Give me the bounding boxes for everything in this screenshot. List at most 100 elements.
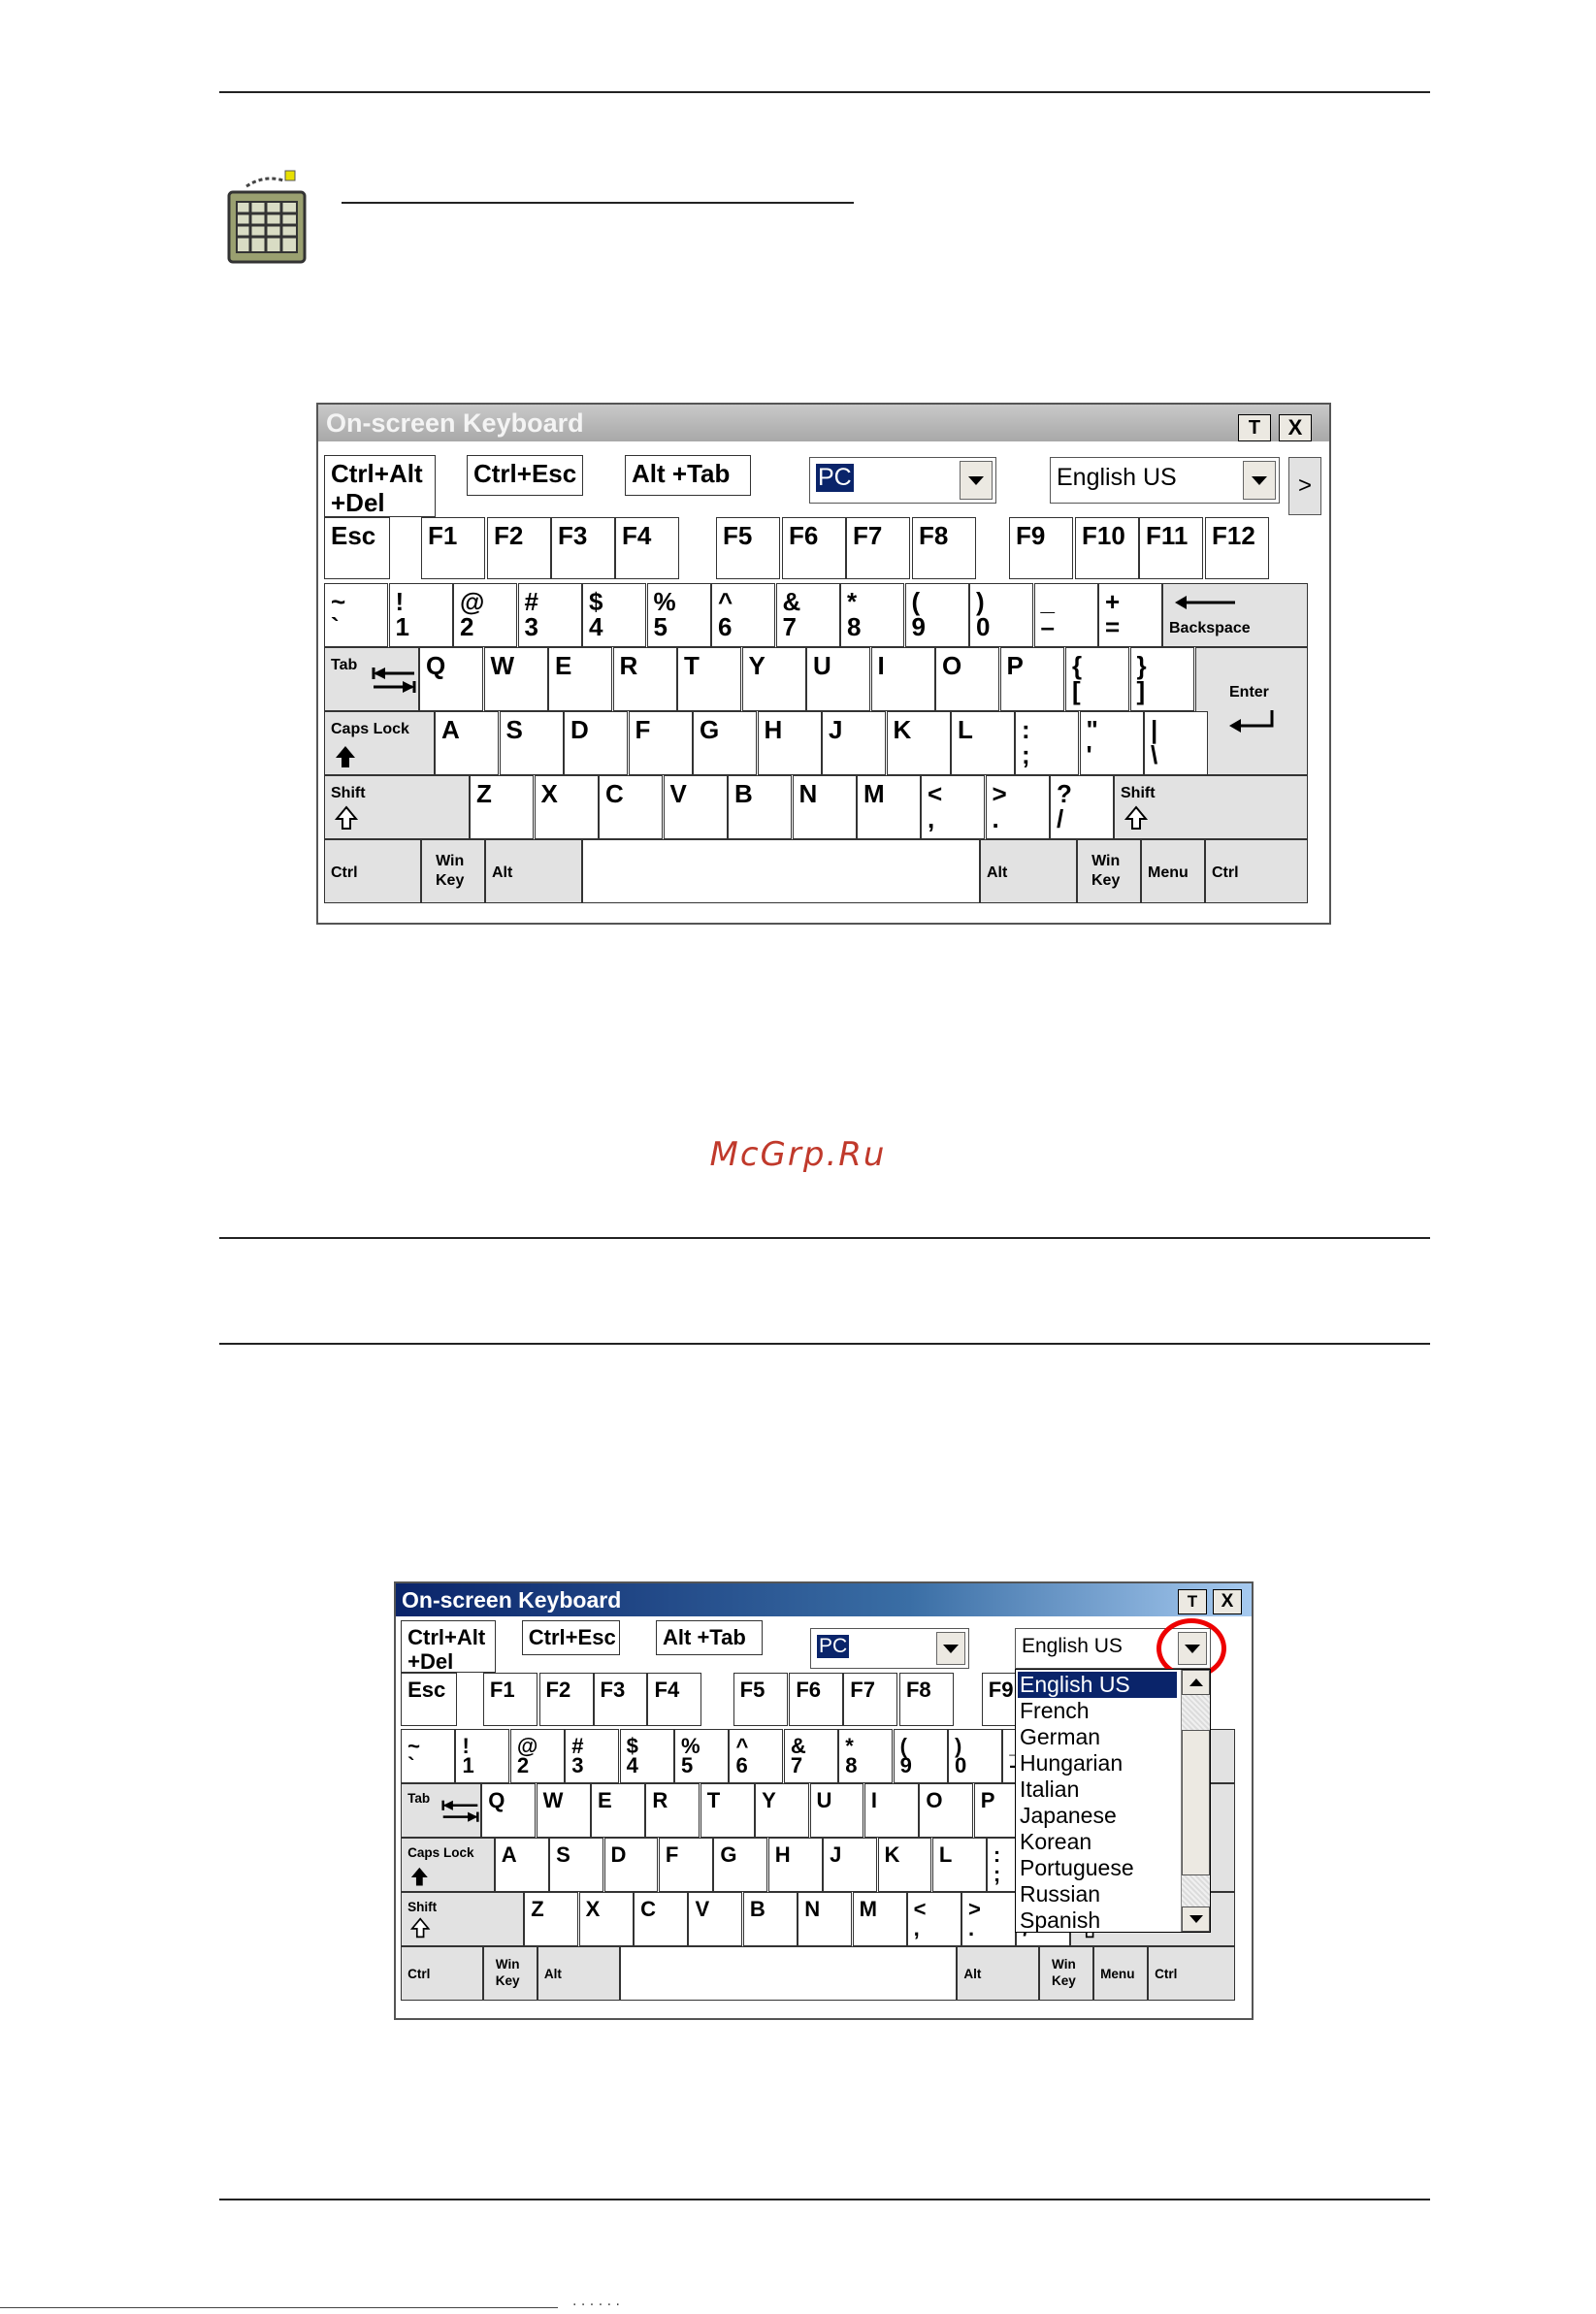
key-0[interactable]: ) 0 bbox=[948, 1729, 1002, 1783]
key-f[interactable]: F bbox=[658, 1837, 713, 1892]
key-r[interactable]: R bbox=[612, 647, 677, 711]
key-bracket-1[interactable]: }] bbox=[1129, 647, 1194, 711]
scroll-up-button[interactable] bbox=[1182, 1670, 1210, 1695]
backspace-key[interactable]: Backspace bbox=[1162, 583, 1308, 647]
mode-select[interactable]: PC bbox=[810, 1628, 969, 1669]
key-g[interactable]: G bbox=[693, 711, 757, 775]
key-punct-a-0[interactable]: :; bbox=[1015, 711, 1079, 775]
key-u[interactable]: U bbox=[809, 1783, 864, 1838]
left-alt-key[interactable]: Alt bbox=[537, 1945, 620, 2001]
key-2[interactable]: @2 bbox=[509, 1729, 565, 1783]
left-alt-key[interactable]: Alt bbox=[485, 839, 582, 903]
menu-key[interactable]: Menu bbox=[1093, 1945, 1149, 2001]
f3-key[interactable]: F3 bbox=[551, 517, 615, 579]
left-win-key[interactable]: Win Key bbox=[482, 1945, 537, 2001]
key-6[interactable]: ^ 6 bbox=[711, 583, 775, 647]
f3-key[interactable]: F3 bbox=[593, 1673, 648, 1726]
key-a[interactable]: A bbox=[494, 1837, 549, 1892]
key-v[interactable]: V bbox=[663, 775, 728, 839]
language-option[interactable]: French bbox=[1018, 1698, 1177, 1724]
language-dropdown-button[interactable] bbox=[1243, 461, 1276, 500]
language-select[interactable]: English US bbox=[1050, 457, 1280, 504]
language-option[interactable]: Italian bbox=[1018, 1776, 1177, 1803]
key-m[interactable]: M bbox=[852, 1891, 907, 1946]
f5-key[interactable]: F5 bbox=[733, 1673, 788, 1726]
key-7[interactable]: & 7 bbox=[783, 1729, 838, 1783]
key-z[interactable]: Z bbox=[524, 1891, 579, 1946]
key-o[interactable]: O bbox=[919, 1783, 974, 1838]
key-8[interactable]: * 8 bbox=[838, 1729, 894, 1783]
alt-tab-key[interactable]: Alt +Tab bbox=[625, 455, 751, 496]
key-i[interactable]: I bbox=[870, 647, 935, 711]
key-d[interactable]: D bbox=[603, 1837, 659, 1892]
right-alt-key[interactable]: Alt bbox=[980, 839, 1077, 903]
f4-key[interactable]: F4 bbox=[615, 517, 679, 579]
key-punct-z-0[interactable]: <, bbox=[921, 775, 985, 839]
close-button[interactable]: X bbox=[1213, 1589, 1242, 1614]
ctrl-esc-key[interactable]: Ctrl+Esc bbox=[467, 455, 583, 496]
key-w[interactable]: W bbox=[536, 1783, 591, 1838]
key-z[interactable]: Z bbox=[470, 775, 534, 839]
always-on-top-button[interactable]: T bbox=[1178, 1589, 1207, 1614]
key-x[interactable]: _– bbox=[1033, 583, 1098, 647]
f2-key[interactable]: F2 bbox=[487, 517, 551, 579]
key-l[interactable]: L bbox=[951, 711, 1015, 775]
space-key[interactable] bbox=[619, 1945, 958, 2001]
language-option[interactable]: English US bbox=[1018, 1672, 1177, 1698]
left-win-key[interactable]: Win Key bbox=[421, 839, 485, 903]
key-3[interactable]: #3 bbox=[517, 583, 582, 647]
f1-key[interactable]: F1 bbox=[482, 1673, 537, 1726]
language-option[interactable]: Spanish bbox=[1018, 1907, 1177, 1934]
language-option[interactable]: Japanese bbox=[1018, 1803, 1177, 1829]
caps-lock-key[interactable]: Caps Lock bbox=[401, 1837, 495, 1892]
key-0[interactable]: ) 0 bbox=[969, 583, 1033, 647]
menu-key[interactable]: Menu bbox=[1141, 839, 1205, 903]
f1-key[interactable]: F1 bbox=[421, 517, 485, 579]
tab-key[interactable]: Tab bbox=[324, 647, 419, 711]
right-ctrl-key[interactable]: Ctrl bbox=[1205, 839, 1308, 903]
mode-select[interactable]: PC bbox=[809, 457, 996, 504]
key-l[interactable]: L bbox=[931, 1837, 987, 1892]
key-d[interactable]: D bbox=[564, 711, 628, 775]
key-e[interactable]: E bbox=[548, 647, 612, 711]
close-button[interactable]: X bbox=[1279, 414, 1312, 441]
key-q[interactable]: Q bbox=[419, 647, 483, 711]
scroll-down-button[interactable] bbox=[1182, 1907, 1210, 1932]
key-5[interactable]: % 5 bbox=[674, 1729, 729, 1783]
key-x[interactable]: X bbox=[578, 1891, 634, 1946]
f7-key[interactable]: F7 bbox=[843, 1673, 898, 1726]
language-option[interactable]: Portuguese bbox=[1018, 1855, 1177, 1881]
language-option[interactable]: Russian bbox=[1018, 1881, 1177, 1907]
keyboard-title-bar[interactable]: On-screen Keyboard bbox=[318, 405, 1329, 441]
left-shift-key[interactable]: Shift bbox=[324, 775, 470, 839]
key-i[interactable]: I bbox=[863, 1783, 919, 1838]
f5-key[interactable]: F5 bbox=[716, 517, 780, 579]
key-punct-a-1[interactable]: "' bbox=[1079, 711, 1144, 775]
key-r[interactable]: R bbox=[645, 1783, 700, 1838]
f8-key[interactable]: F8 bbox=[912, 517, 976, 579]
key-c[interactable]: C bbox=[634, 1891, 689, 1946]
key-4[interactable]: $4 bbox=[619, 1729, 674, 1783]
key-bracket-0[interactable]: {[ bbox=[1065, 647, 1129, 711]
language-option[interactable]: German bbox=[1018, 1724, 1177, 1750]
key-f[interactable]: F bbox=[628, 711, 693, 775]
key-3[interactable]: #3 bbox=[565, 1729, 620, 1783]
key-j[interactable]: J bbox=[823, 1837, 878, 1892]
key-6[interactable]: ^ 6 bbox=[729, 1729, 784, 1783]
scroll-thumb[interactable] bbox=[1182, 1730, 1210, 1875]
key-4[interactable]: $4 bbox=[582, 583, 646, 647]
key-s[interactable]: S bbox=[549, 1837, 604, 1892]
key-punct-z-1[interactable]: >. bbox=[985, 775, 1050, 839]
key-v[interactable]: V bbox=[688, 1891, 743, 1946]
f11-key[interactable]: F11 bbox=[1139, 517, 1203, 579]
esc-key[interactable]: Esc bbox=[324, 517, 390, 579]
key-x[interactable]: X bbox=[534, 775, 599, 839]
language-option[interactable]: Korean bbox=[1018, 1829, 1177, 1855]
key-k[interactable]: K bbox=[877, 1837, 932, 1892]
key-x[interactable]: += bbox=[1098, 583, 1162, 647]
key-g[interactable]: G bbox=[713, 1837, 768, 1892]
key-9[interactable]: (9 bbox=[893, 1729, 948, 1783]
key-k[interactable]: K bbox=[886, 711, 951, 775]
f8-key[interactable]: F8 bbox=[898, 1673, 954, 1726]
f10-key[interactable]: F10 bbox=[1075, 517, 1139, 579]
